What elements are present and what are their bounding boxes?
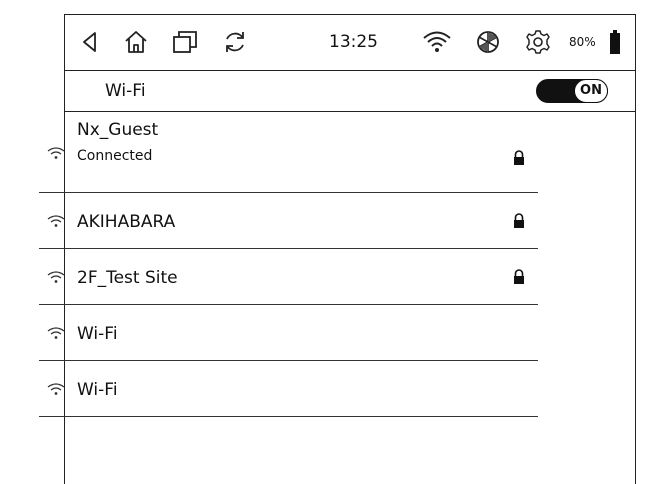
refresh-icon[interactable] (220, 27, 250, 57)
network-name: Nx_Guest (77, 120, 159, 140)
lock-icon (514, 150, 524, 165)
wifi-header: Wi-Fi ON (65, 70, 635, 112)
toggle-label: ON (574, 78, 608, 103)
lock-icon (514, 213, 524, 228)
network-item[interactable]: Nx_Guest Connected (39, 118, 538, 193)
wifi-signal-icon (47, 215, 65, 227)
network-name: Wi-Fi (77, 380, 118, 400)
aperture-icon[interactable] (473, 27, 503, 57)
status-bar: 13:25 80% (65, 15, 635, 69)
network-item[interactable]: Wi-Fi (39, 305, 538, 361)
wifi-signal-icon (47, 271, 65, 283)
wifi-signal-icon (47, 327, 65, 339)
network-status: Connected (77, 148, 153, 164)
network-list: Nx_Guest Connected AKIHABARA 2F_Test Sit… (39, 118, 538, 417)
network-item[interactable]: Wi-Fi (39, 361, 538, 417)
battery-percent: 80% (569, 35, 596, 49)
network-name: AKIHABARA (77, 212, 176, 232)
wifi-signal-icon (47, 147, 65, 159)
battery-icon (606, 27, 624, 57)
network-item[interactable]: AKIHABARA (39, 193, 538, 249)
network-name: Wi-Fi (77, 324, 118, 344)
clock: 13:25 (329, 32, 378, 52)
wifi-signal-icon (47, 383, 65, 395)
back-icon[interactable] (75, 27, 105, 57)
lock-icon (514, 269, 524, 284)
page-title: Wi-Fi (105, 81, 146, 101)
wifi-signal-icon[interactable] (422, 27, 452, 57)
gear-icon[interactable] (523, 27, 553, 57)
wifi-toggle[interactable]: ON (536, 78, 608, 103)
window-icon[interactable] (170, 27, 200, 57)
network-name: 2F_Test Site (77, 268, 178, 288)
network-item[interactable]: 2F_Test Site (39, 249, 538, 305)
home-icon[interactable] (121, 27, 151, 57)
